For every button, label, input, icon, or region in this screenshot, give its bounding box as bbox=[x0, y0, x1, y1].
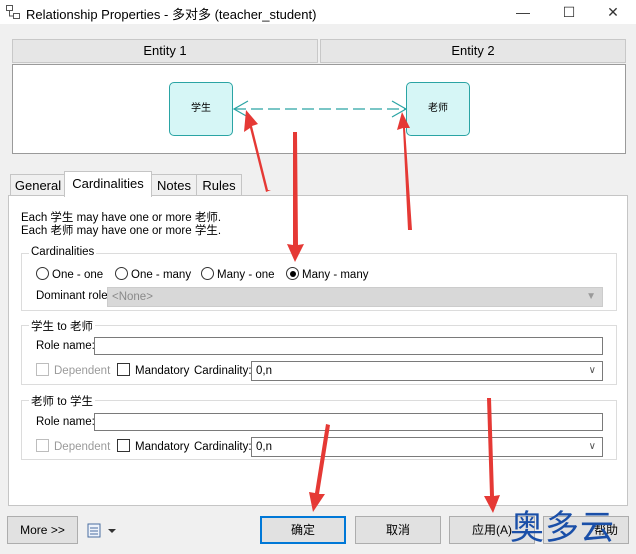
radio-many-many[interactable]: Many - many bbox=[286, 267, 368, 281]
role2-cardinality-select[interactable]: 0,n ∨ bbox=[251, 437, 603, 457]
description-line-2: Each 老师 may have one or more 学生. bbox=[21, 225, 222, 237]
tab-cardinalities[interactable]: Cardinalities bbox=[64, 171, 152, 197]
tab-rules-label: Rules bbox=[202, 178, 236, 193]
dominant-role-select[interactable]: <None> ▼ bbox=[107, 287, 603, 307]
role1-cardinality-value: 0,n bbox=[256, 365, 272, 377]
dominant-role-value: <None> bbox=[112, 291, 153, 303]
role1-role-name-label: Role name: bbox=[36, 340, 95, 352]
entity2-header[interactable]: Entity 2 bbox=[320, 39, 626, 63]
chevron-down-icon: ▼ bbox=[586, 291, 596, 302]
role2-dependent-box bbox=[36, 439, 49, 452]
relationship-link-line bbox=[232, 100, 408, 118]
watermark-logo: 奥多云 bbox=[510, 509, 615, 547]
more-button[interactable]: More >> bbox=[7, 516, 78, 544]
minimize-icon: — bbox=[516, 4, 530, 20]
role1-cardinality-label: Cardinality: bbox=[194, 365, 252, 377]
role1-mandatory-box bbox=[117, 363, 130, 376]
role1-dependent-box bbox=[36, 363, 49, 376]
print-menu-button[interactable] bbox=[86, 520, 120, 540]
radio-one-one-indicator bbox=[36, 267, 49, 280]
minimize-button[interactable]: — bbox=[500, 0, 546, 24]
role2-mandatory-box bbox=[117, 439, 130, 452]
role1-cardinality-select[interactable]: 0,n ∨ bbox=[251, 361, 603, 381]
tab-general-label: General bbox=[14, 178, 62, 193]
role1-dependent-label: Dependent bbox=[54, 365, 111, 377]
tab-notes[interactable]: Notes bbox=[150, 174, 198, 196]
role1-role-name-input[interactable] bbox=[94, 337, 603, 355]
chevron-down-icon: ∨ bbox=[588, 441, 596, 452]
entity2-box[interactable]: 老师 bbox=[406, 82, 470, 136]
window-title: Relationship Properties - 多对多 (teacher_s… bbox=[26, 7, 317, 22]
radio-one-one[interactable]: One - one bbox=[36, 267, 103, 281]
radio-one-many-indicator bbox=[115, 267, 128, 280]
role2-dependent-label: Dependent bbox=[54, 441, 111, 453]
radio-one-many[interactable]: One - many bbox=[115, 267, 191, 281]
cardinalities-group-title: Cardinalities bbox=[29, 246, 97, 258]
entity1-header[interactable]: Entity 1 bbox=[12, 39, 318, 63]
cardinalities-panel: Each 学生 may have one or more 老师. Each 老师… bbox=[8, 195, 628, 506]
ok-button-label: 确定 bbox=[290, 523, 315, 537]
radio-many-one-label: Many - one bbox=[217, 269, 275, 281]
printer-icon bbox=[87, 523, 116, 538]
role1-mandatory-checkbox[interactable]: Mandatory bbox=[117, 363, 189, 377]
radio-many-many-indicator bbox=[286, 267, 299, 280]
chevron-down-icon: ∨ bbox=[588, 365, 596, 376]
entity1-box-label: 学生 bbox=[191, 103, 211, 114]
role2-cardinality-value: 0,n bbox=[256, 441, 272, 453]
role2-mandatory-label: Mandatory bbox=[135, 441, 190, 453]
tab-general[interactable]: General bbox=[10, 174, 66, 196]
radio-one-one-label: One - one bbox=[52, 269, 104, 281]
entity2-box-label: 老师 bbox=[428, 103, 448, 114]
entity2-header-label: Entity 2 bbox=[451, 43, 495, 58]
role1-dependent-checkbox[interactable]: Dependent bbox=[36, 363, 110, 377]
ok-button[interactable]: 确定 bbox=[260, 516, 346, 544]
relationship-app-icon bbox=[6, 5, 20, 19]
radio-many-one-indicator bbox=[201, 267, 214, 280]
cancel-button-label: 取消 bbox=[385, 523, 410, 537]
maximize-icon: ☐ bbox=[562, 4, 576, 20]
role2-role-name-input[interactable] bbox=[94, 413, 603, 431]
tab-rules[interactable]: Rules bbox=[196, 174, 242, 196]
maximize-button[interactable]: ☐ bbox=[546, 0, 592, 24]
dominant-role-label: Dominant role: bbox=[36, 290, 111, 302]
title-bar: Relationship Properties - 多对多 (teacher_s… bbox=[0, 0, 636, 24]
role2-group-title: 老师 to 学生 bbox=[29, 393, 95, 409]
radio-many-one[interactable]: Many - one bbox=[201, 267, 275, 281]
role1-group-title: 学生 to 老师 bbox=[29, 318, 95, 334]
role2-cardinality-label: Cardinality: bbox=[194, 441, 252, 453]
cancel-button[interactable]: 取消 bbox=[355, 516, 441, 544]
radio-one-many-label: One - many bbox=[131, 269, 192, 281]
apply-button-label: 应用(A) bbox=[472, 523, 512, 537]
close-icon: ✕ bbox=[607, 4, 619, 20]
entity1-header-label: Entity 1 bbox=[143, 43, 187, 58]
role2-dependent-checkbox[interactable]: Dependent bbox=[36, 439, 110, 453]
more-button-label: More >> bbox=[20, 523, 65, 537]
tab-notes-label: Notes bbox=[157, 178, 191, 193]
radio-many-many-label: Many - many bbox=[302, 269, 369, 281]
role2-mandatory-checkbox[interactable]: Mandatory bbox=[117, 439, 189, 453]
tab-cardinalities-label: Cardinalities bbox=[72, 176, 144, 191]
close-button[interactable]: ✕ bbox=[590, 0, 636, 24]
relationship-diagram: 学生 老师 bbox=[12, 64, 626, 154]
role1-mandatory-label: Mandatory bbox=[135, 365, 190, 377]
entity1-box[interactable]: 学生 bbox=[169, 82, 233, 136]
role2-role-name-label: Role name: bbox=[36, 416, 95, 428]
